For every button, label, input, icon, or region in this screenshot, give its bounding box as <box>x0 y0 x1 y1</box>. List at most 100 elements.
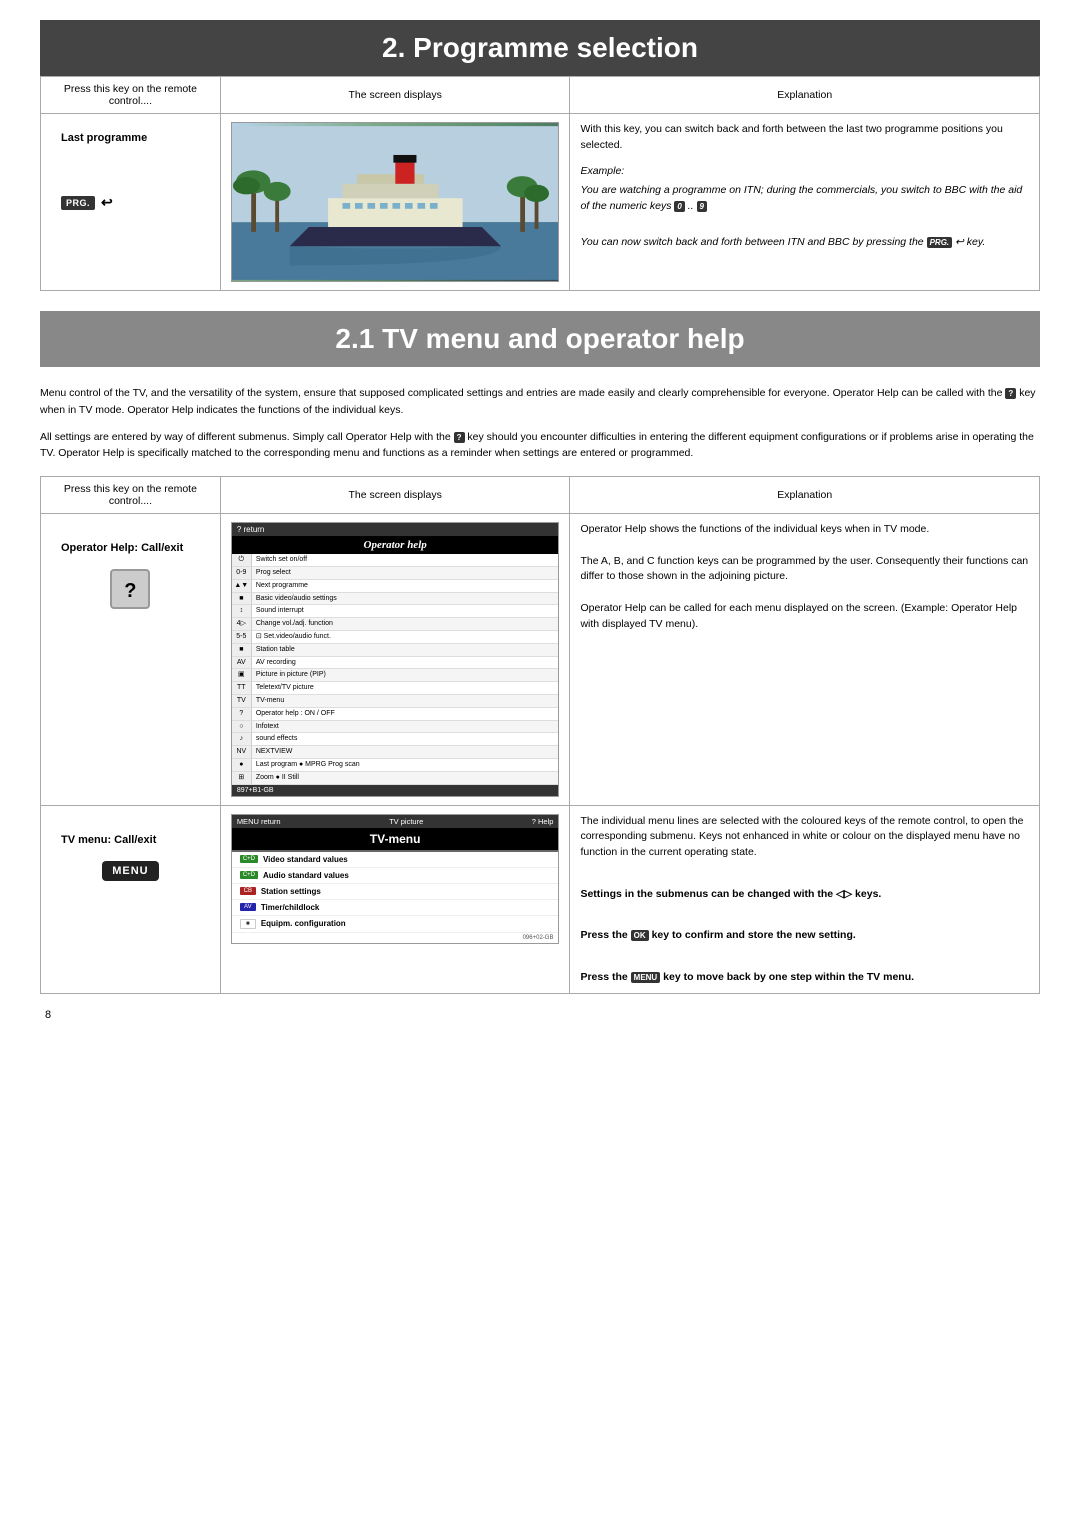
tv-menu-title: TV-menu <box>232 828 559 852</box>
op-help-row: TVTV-menu <box>232 695 559 708</box>
op-help-row: ▣Picture in picture (PIP) <box>232 669 559 682</box>
section2-title: 2.1 TV menu and operator help <box>40 311 1040 367</box>
settings-line1: Settings in the submenus can be changed … <box>580 887 1029 903</box>
timer-icon: AV <box>240 903 256 911</box>
intro-block: Menu control of the TV, and the versatil… <box>40 367 1040 476</box>
station-icon: CB <box>240 887 256 895</box>
section1-header-col3: Explanation <box>570 77 1040 114</box>
example-text1: You are watching a programme on ITN; dur… <box>580 184 1022 212</box>
equip-icon: ■ <box>240 919 256 929</box>
op-help-row: ■Basic video/audio settings <box>232 593 559 606</box>
prg-key-badge: PRG. <box>61 196 95 210</box>
prg-button: PRG. ↩ <box>61 194 113 211</box>
op-help-explain1: Operator Help shows the functions of the… <box>580 522 1029 538</box>
tv-menu-item: C+D Audio standard values <box>232 868 559 884</box>
op-help-row: ♪sound effects <box>232 733 559 746</box>
key-cell: Last programme PRG. ↩ <box>41 114 221 291</box>
explanation-cell: With this key, you can switch back and f… <box>570 114 1040 291</box>
intro-para2: All settings are entered by way of diffe… <box>40 429 1040 463</box>
table-row: Last programme PRG. ↩ <box>41 114 1040 291</box>
tv-menu-explanation-cell: The individual menu lines are selected w… <box>570 805 1040 994</box>
screen-image <box>231 122 560 282</box>
tv-menu-item: AV Timer/childlock <box>232 900 559 916</box>
op-help-return: ? return <box>237 525 265 534</box>
example-text2: You can now switch back and forth betwee… <box>580 236 923 248</box>
audio-icon: C+D <box>240 871 258 879</box>
explanation-main: With this key, you can switch back and f… <box>580 122 1029 154</box>
tv-menu-return: MENU return <box>237 817 281 826</box>
numeric-keys-icon: 0 .. 9 <box>674 200 707 212</box>
section2-header-col2: The screen displays <box>220 477 570 514</box>
op-help-row: NVNEXTVIEW <box>232 746 559 759</box>
section2-table: Press this key on the remote control....… <box>40 476 1040 994</box>
op-help-row: 0-9Prog select <box>232 567 559 580</box>
operator-key-cell: Operator Help: Call/exit ? <box>41 514 221 805</box>
table-row: TV menu: Call/exit MENU MENU return TV p… <box>41 805 1040 994</box>
last-programme-label: Last programme <box>61 132 147 144</box>
example-end: key. <box>967 236 985 248</box>
page-number: 8 <box>40 1009 1040 1021</box>
tv-menu-item: CB Station settings <box>232 884 559 900</box>
op-help-row: ↕Sound interrupt <box>232 605 559 618</box>
table-row: Operator Help: Call/exit ? ? return Oper… <box>41 514 1040 805</box>
op-help-screen-cell: ? return Operator help ⏻Switch set on/of… <box>220 514 570 805</box>
op-help-row: AVAV recording <box>232 657 559 670</box>
tv-menu-screenshot: MENU return TV picture ? Help TV-menu C+… <box>231 814 560 944</box>
op-help-screenshot: ? return Operator help ⏻Switch set on/of… <box>231 522 560 796</box>
op-help-code: 897+B1-GB <box>237 787 274 794</box>
section1-title: 2. Programme selection <box>40 20 1040 76</box>
op-help-row: ○Infotext <box>232 721 559 734</box>
settings2-text: Press the <box>580 929 627 941</box>
video-label: Video standard values <box>263 855 348 864</box>
intro2-text: All settings are entered by way of diffe… <box>40 431 451 443</box>
tv-menu-screen-cell: MENU return TV picture ? Help TV-menu C+… <box>220 805 570 994</box>
question-key-icon: ? <box>1005 387 1019 399</box>
op-help-footer: 897+B1-GB <box>232 785 559 796</box>
tv-menu-code: 096+02-GB <box>232 933 559 943</box>
op-help-explain2: The A, B, and C function keys can be pro… <box>580 554 1029 586</box>
timer-label: Timer/childlock <box>261 903 320 912</box>
example-label: Example: <box>580 164 1029 180</box>
op-help-row: ■Station table <box>232 644 559 657</box>
section1-header-col2: The screen displays <box>220 77 570 114</box>
section2-header-col3: Explanation <box>570 477 1040 514</box>
op-help-row: ⏻Switch set on/off <box>232 554 559 567</box>
op-help-title: Operator help <box>232 536 559 554</box>
tv-menu-picture: TV picture <box>389 817 423 826</box>
settings2-cont: key to confirm and store the new setting… <box>652 929 856 941</box>
settings-line3: Press the MENU key to move back by one s… <box>580 970 1029 986</box>
op-help-header: ? return <box>232 523 559 536</box>
ok-key-icon: OK <box>631 929 652 941</box>
tv-menu-header: MENU return TV picture ? Help <box>232 815 559 828</box>
menu-key-icon: MENU <box>631 971 663 983</box>
prg-inline-key: PRG. ↩ <box>927 236 967 248</box>
question-key-icon2: ? <box>454 431 468 443</box>
op-help-explanation-cell: Operator Help shows the functions of the… <box>570 514 1040 805</box>
settings3-text: Press the <box>580 971 627 983</box>
tv-menu-item: C+D Video standard values <box>232 852 559 868</box>
tv-menu-item: ■ Equipm. configuration <box>232 916 559 933</box>
tv-menu-help: ? Help <box>532 817 554 826</box>
op-help-row: 4▷Change vol./adj. function <box>232 618 559 631</box>
station-label: Station settings <box>261 887 321 896</box>
menu-key: MENU <box>102 861 158 881</box>
tv-menu-explain1: The individual menu lines are selected w… <box>580 814 1029 861</box>
equip-label: Equipm. configuration <box>261 919 346 928</box>
op-help-row: ?Operator help : ON / OFF <box>232 708 559 721</box>
intro-para1: Menu control of the TV, and the versatil… <box>40 385 1040 419</box>
audio-label: Audio standard values <box>263 871 349 880</box>
op-help-row: ⊞Zoom ● II Still <box>232 772 559 785</box>
op-help-row: ▲▼Next programme <box>232 580 559 593</box>
op-help-row: ●Last program ● MPRG Prog scan <box>232 759 559 772</box>
section2-header-col1: Press this key on the remote control.... <box>41 477 221 514</box>
screen-cell <box>220 114 570 291</box>
tv-menu-key-cell: TV menu: Call/exit MENU <box>41 805 221 994</box>
tv-menu-label: TV menu: Call/exit <box>61 834 156 846</box>
operator-help-label: Operator Help: Call/exit <box>61 542 183 554</box>
example-body: You are watching a programme on ITN; dur… <box>580 183 1029 215</box>
op-help-row: TTTeletext/TV picture <box>232 682 559 695</box>
settings3-cont: key to move back by one step within the … <box>663 971 914 983</box>
section1-header-col1: Press this key on the remote control.... <box>41 77 221 114</box>
op-help-explain3: Operator Help can be called for each men… <box>580 601 1029 633</box>
settings-line2: Press the OK key to confirm and store th… <box>580 928 1029 944</box>
